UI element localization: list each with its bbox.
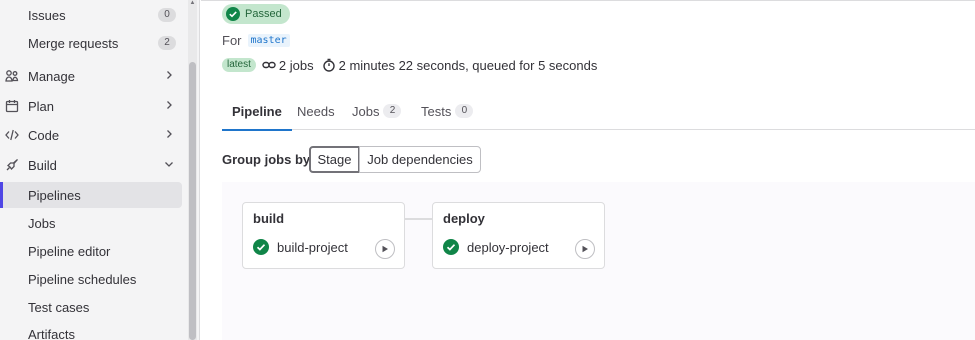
sidebar-item-label: Plan — [28, 98, 55, 114]
sidebar-scrollbar[interactable]: ▲ — [188, 0, 197, 340]
tab-needs[interactable]: Needs — [297, 92, 335, 130]
pipeline-graph: build build-project deploy deploy-projec… — [222, 182, 975, 340]
tab-jobs[interactable]: Jobs 2 — [352, 92, 402, 130]
stage-card-build: build build-project — [242, 202, 405, 269]
job-name: build-project — [277, 239, 348, 255]
sidebar-item-label: Pipeline editor — [28, 243, 111, 259]
sidebar-item-label: Code — [28, 127, 60, 143]
stage-title: deploy — [443, 211, 485, 226]
tab-label: Pipeline — [232, 103, 282, 119]
play-icon — [582, 245, 588, 253]
timer-icon — [322, 58, 335, 72]
sidebar: Issues 0 Merge requests 2 Manage Plan Co… — [0, 0, 200, 340]
sidebar-item-label: Test cases — [28, 299, 90, 315]
merge-requests-count-badge: 2 — [158, 36, 176, 50]
main-content: Passed For master latest 2 jobs 2 minute… — [201, 0, 975, 340]
tab-label: Tests — [421, 103, 452, 119]
chevron-right-icon — [167, 101, 172, 109]
sidebar-item-manage[interactable]: Manage — [0, 63, 186, 89]
tab-pipeline[interactable]: Pipeline — [222, 92, 292, 131]
pipeline-status-badge[interactable]: Passed — [222, 4, 290, 24]
sidebar-item-label: Manage — [28, 68, 75, 84]
sidebar-item-label: Pipelines — [28, 187, 81, 203]
sidebar-item-artifacts[interactable]: Artifacts — [0, 321, 186, 340]
scrollbar-thumb[interactable] — [189, 62, 196, 340]
tab-count-badge: 2 — [383, 104, 402, 118]
sidebar-item-label: Issues — [28, 7, 66, 23]
sidebar-item-test-cases[interactable]: Test cases — [0, 294, 186, 320]
code-icon — [5, 129, 19, 141]
group-by-job-dependencies-button[interactable]: Job dependencies — [359, 146, 481, 173]
sidebar-item-pipeline-schedules[interactable]: Pipeline schedules — [0, 266, 186, 292]
tab-label: Needs — [297, 103, 335, 119]
stage-title: build — [253, 211, 285, 226]
pipeline-status-text: Passed — [245, 8, 282, 20]
issues-count-badge: 0 — [158, 8, 176, 22]
jobs-count-text: 2 jobs — [278, 57, 314, 73]
chevron-right-icon — [167, 130, 172, 138]
link-icon — [262, 61, 276, 69]
sidebar-item-label: Artifacts — [28, 326, 75, 340]
status-success-icon — [253, 239, 269, 255]
sidebar-item-label: Jobs — [28, 215, 56, 231]
manage-icon — [5, 70, 19, 82]
job-deploy-project[interactable]: deploy-project — [443, 239, 549, 255]
sidebar-item-label: Build — [28, 157, 57, 173]
sidebar-item-jobs[interactable]: Jobs — [0, 210, 186, 236]
stage-card-deploy: deploy deploy-project — [432, 202, 605, 269]
tab-label: Jobs — [352, 103, 380, 119]
sidebar-item-label: Pipeline schedules — [28, 271, 137, 287]
sidebar-item-plan[interactable]: Plan — [0, 93, 186, 119]
pipeline-ref-line: For master — [222, 33, 290, 48]
stage-connector — [405, 218, 433, 220]
branch-ref-link[interactable]: master — [247, 34, 290, 47]
status-success-icon — [226, 7, 240, 21]
group-jobs-by-label: Group jobs by — [222, 152, 311, 167]
sidebar-item-code[interactable]: Code — [0, 122, 186, 148]
status-success-icon — [443, 239, 459, 255]
duration-text: 2 minutes 22 seconds, queued for 5 secon… — [338, 57, 598, 73]
sidebar-item-label: Merge requests — [28, 35, 119, 51]
retry-job-button[interactable] — [575, 239, 595, 259]
latest-badge: latest — [222, 58, 256, 72]
top-divider — [201, 0, 975, 1]
rocket-icon — [6, 159, 18, 171]
job-name: deploy-project — [467, 239, 549, 255]
sidebar-item-pipeline-editor[interactable]: Pipeline editor — [0, 238, 186, 264]
pipeline-meta-line: latest 2 jobs 2 minutes 22 seconds, queu… — [222, 56, 597, 74]
sidebar-item-pipelines[interactable]: Pipelines — [0, 182, 182, 208]
calendar-icon — [5, 100, 19, 113]
chevron-right-icon — [167, 71, 172, 79]
scroll-up-arrow-icon[interactable]: ▲ — [189, 0, 196, 6]
for-label: For — [222, 33, 242, 48]
pipeline-tabs: Pipeline Needs Jobs 2 Tests 0 — [222, 92, 975, 131]
retry-job-button[interactable] — [375, 239, 395, 259]
play-icon — [382, 245, 388, 253]
tab-tests[interactable]: Tests 0 — [421, 92, 474, 130]
sidebar-item-build[interactable]: Build — [0, 152, 186, 178]
job-build-project[interactable]: build-project — [253, 239, 348, 255]
tab-count-badge: 0 — [455, 104, 474, 118]
chevron-down-icon — [165, 162, 173, 167]
group-by-stage-button[interactable]: Stage — [309, 146, 360, 173]
sidebar-item-issues[interactable]: Issues 0 — [0, 2, 186, 28]
sidebar-item-merge-requests[interactable]: Merge requests 2 — [0, 30, 186, 56]
